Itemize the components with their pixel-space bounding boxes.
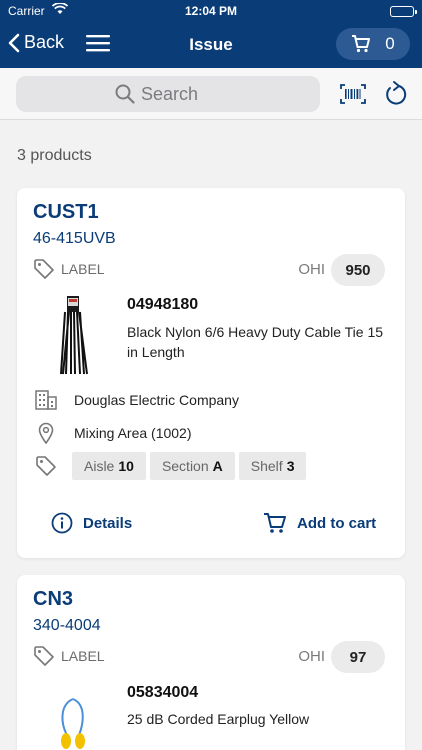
status-bar: Carrier 12:04 PM <box>0 0 422 22</box>
building-icon <box>35 390 57 410</box>
product-description: Black Nylon 6/6 Heavy Duty Cable Tie 15 … <box>127 324 384 360</box>
refresh-button[interactable] <box>384 80 408 113</box>
label-text: LABEL <box>61 648 105 664</box>
add-to-cart-label: Add to cart <box>297 514 377 532</box>
tag-icon <box>34 259 54 279</box>
product-card: CUST1 46-415UVB LABEL OHI 950 04948180 B… <box>17 188 405 558</box>
battery-icon <box>390 6 417 17</box>
vendor-name: Douglas Electric Company <box>74 392 239 408</box>
add-to-cart-button[interactable]: Add to cart <box>263 512 376 534</box>
product-image-cable-tie <box>53 294 93 381</box>
map-pin-icon <box>35 422 57 444</box>
barcode-icon <box>340 84 366 104</box>
item-number: 05834004 <box>127 684 199 701</box>
results-count: 3 products <box>17 147 92 164</box>
search-field[interactable] <box>16 76 320 112</box>
details-button[interactable]: Details <box>51 512 132 534</box>
customer-code: CUST1 <box>33 201 99 223</box>
tag-icon <box>35 455 57 477</box>
section-label: Section <box>161 458 209 474</box>
section-chip: Section A <box>149 452 235 480</box>
label-text: LABEL <box>61 261 105 277</box>
product-card: CN3 340-4004 LABEL OHI 97 05834004 25 dB… <box>17 575 405 750</box>
part-number: 340-4004 <box>33 617 101 634</box>
back-label: Back <box>24 32 65 52</box>
cart-count: 0 <box>385 34 395 53</box>
item-number: 04948180 <box>127 296 199 313</box>
aisle-value: 10 <box>118 458 134 474</box>
section-value: A <box>212 458 223 474</box>
info-icon <box>51 512 73 534</box>
cart-icon <box>264 513 286 533</box>
search-icon <box>115 84 135 104</box>
ohi-label: OHI <box>298 648 325 665</box>
cart-icon <box>352 35 371 53</box>
bin-location-row: Aisle 10 Section A Shelf 3 <box>35 452 310 480</box>
menu-button[interactable] <box>86 34 110 57</box>
product-description: 25 dB Corded Earplug Yellow <box>127 711 310 727</box>
ohi-value-badge: 950 <box>331 254 385 286</box>
hamburger-icon <box>86 35 110 52</box>
label-row: LABEL <box>33 258 105 280</box>
shelf-chip: Shelf 3 <box>238 452 307 480</box>
part-number: 46-415UVB <box>33 230 116 247</box>
cart-button[interactable]: 0 <box>336 28 410 60</box>
vendor-row: Douglas Electric Company <box>35 390 239 410</box>
aisle-chip: Aisle 10 <box>72 452 146 480</box>
search-area <box>0 68 422 120</box>
ohi-label: OHI <box>298 261 325 278</box>
status-time: 12:04 PM <box>184 4 238 18</box>
shelf-label: Shelf <box>250 458 283 474</box>
location-row: Mixing Area (1002) <box>35 422 192 444</box>
shelf-value: 3 <box>286 458 295 474</box>
customer-code: CN3 <box>33 588 74 610</box>
product-image-earplug <box>53 695 93 750</box>
label-row: LABEL <box>33 645 105 667</box>
chevron-left-icon <box>8 33 20 52</box>
aisle-label: Aisle <box>84 458 115 474</box>
refresh-icon <box>386 81 407 105</box>
search-input[interactable] <box>141 83 221 105</box>
tag-icon <box>34 646 54 666</box>
back-button[interactable]: Back <box>8 32 64 53</box>
barcode-scan-button[interactable] <box>340 84 366 109</box>
details-label: Details <box>83 514 133 532</box>
ohi-value-badge: 97 <box>331 641 385 673</box>
location-name: Mixing Area (1002) <box>74 425 192 441</box>
nav-bar: Back Issue 0 <box>0 22 422 68</box>
